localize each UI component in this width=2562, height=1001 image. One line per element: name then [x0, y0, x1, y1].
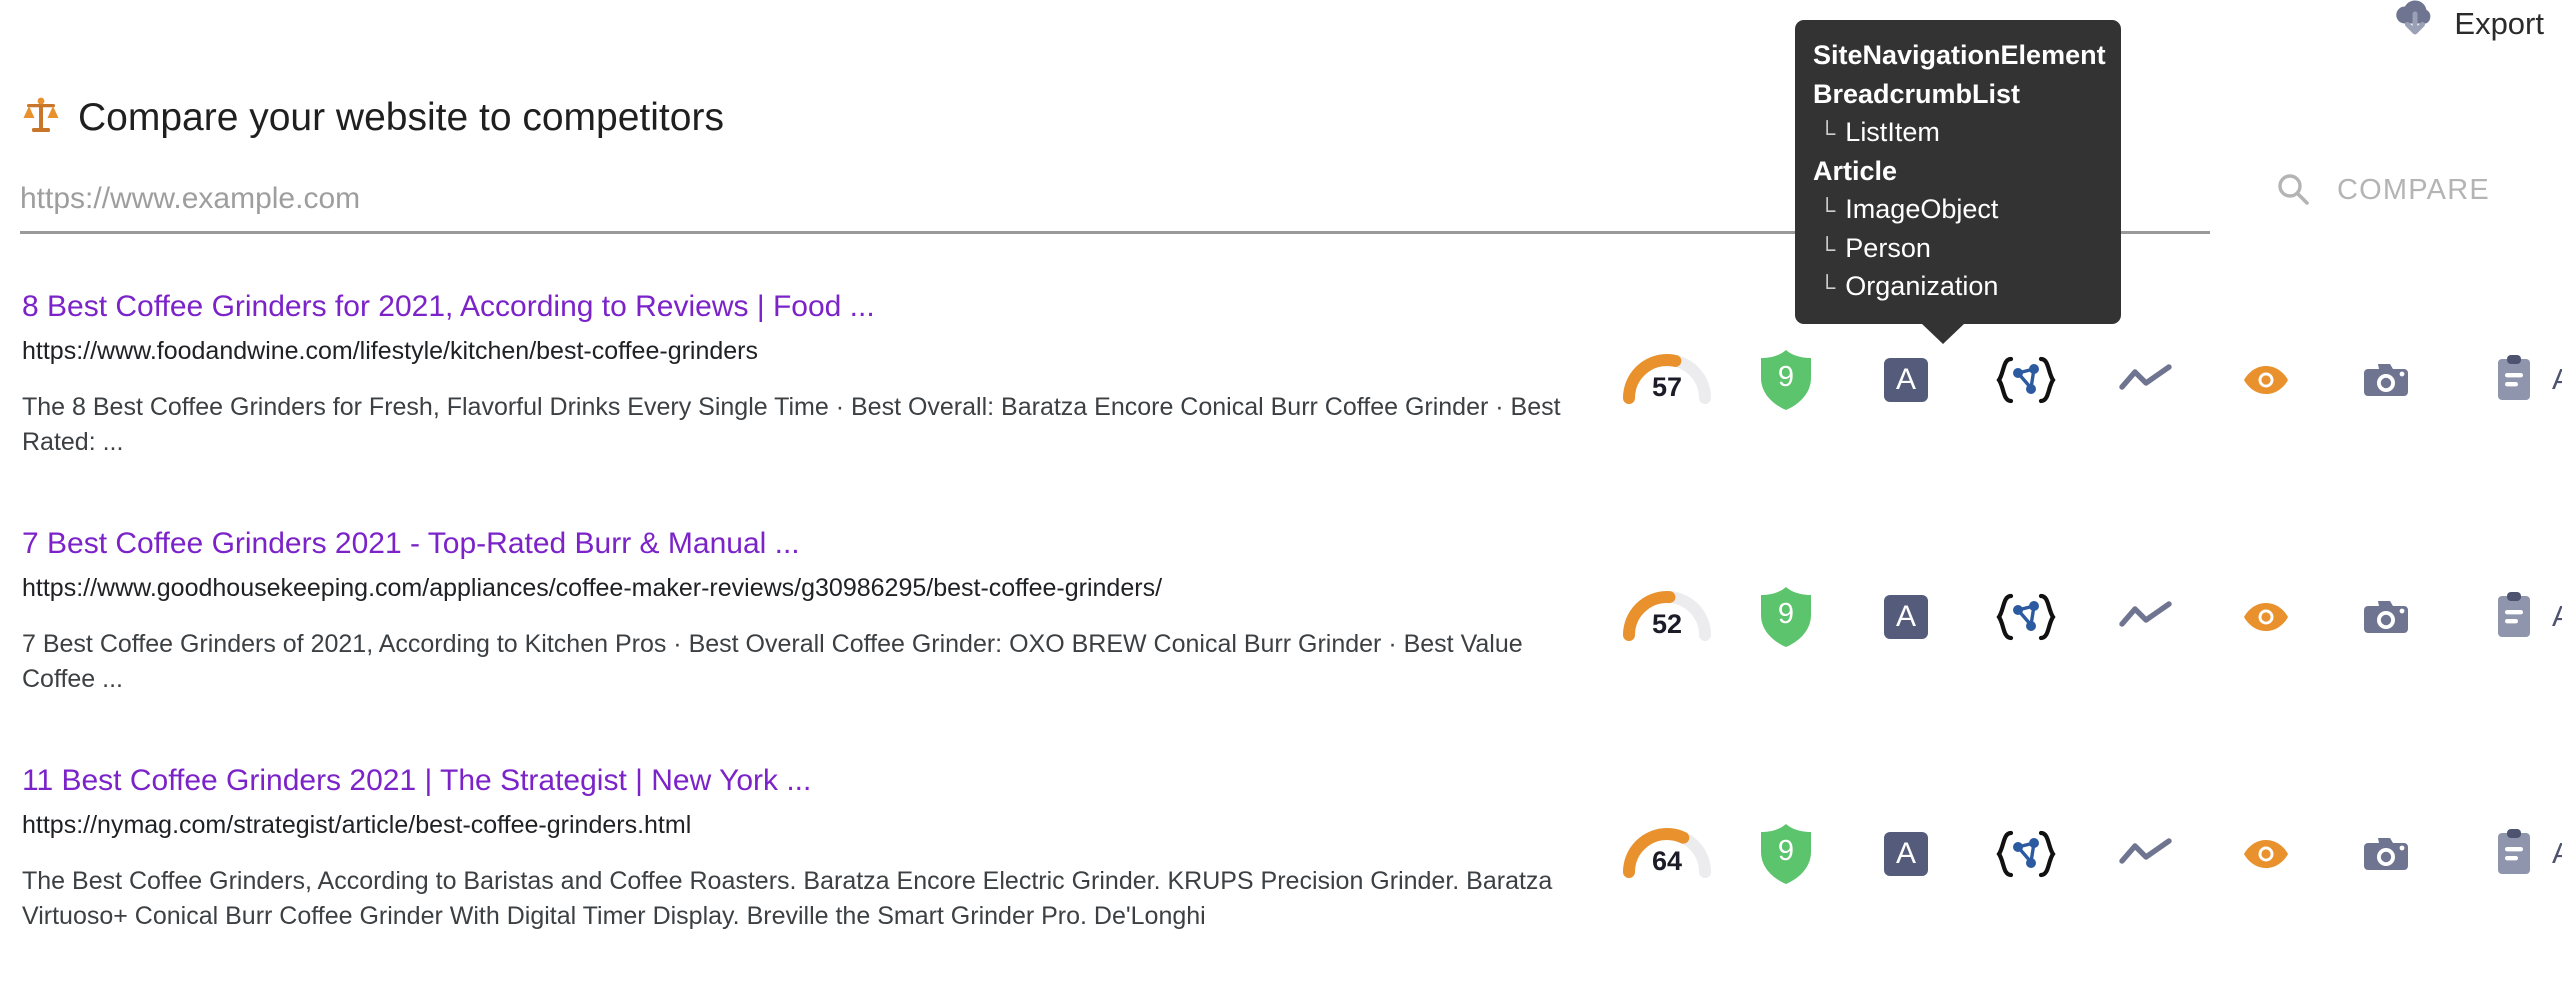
page-score-value: 52 [1651, 609, 1683, 639]
audit-clipboard-icon [2494, 354, 2534, 407]
result-text-block: 7 Best Coffee Grinders 2021 - Top-Rated … [22, 527, 1567, 698]
tooltip-item-label: Person [1845, 232, 1931, 263]
results-list: 8 Best Coffee Grinders for 2021, Accordi… [0, 290, 2562, 1001]
tooltip-item-label: Article [1813, 155, 1898, 186]
tooltip-item-label: Organization [1845, 271, 1999, 302]
accessibility-badge-label: A [1884, 358, 1928, 402]
tooltip-item-label: BreadcrumbList [1813, 78, 2021, 109]
tree-branch-icon: └ [1819, 274, 1836, 301]
result-metrics-row: 64 9 A A [1608, 822, 2562, 886]
preview-eye-icon[interactable] [2206, 837, 2326, 871]
accessibility-badge[interactable]: A [1846, 358, 1966, 402]
accessibility-badge[interactable]: A [1846, 595, 1966, 639]
tooltip-item: BreadcrumbList [1795, 75, 2121, 114]
page-score-value: 57 [1651, 372, 1683, 402]
search-result-item: 7 Best Coffee Grinders 2021 - Top-Rated … [0, 527, 2562, 764]
page-score-gauge[interactable]: 64 [1608, 826, 1726, 882]
trend-line-icon[interactable] [2086, 600, 2206, 634]
result-url: https://nymag.com/strategist/article/bes… [22, 810, 692, 839]
result-title-link[interactable]: 8 Best Coffee Grinders for 2021, Accordi… [22, 290, 1567, 325]
screenshot-camera-icon[interactable] [2326, 597, 2446, 637]
tooltip-items: SiteNavigationElement BreadcrumbList └ List… [1795, 36, 2121, 306]
page-title: Compare your website to competitors [78, 95, 724, 139]
page-score-gauge[interactable]: 52 [1608, 589, 1726, 645]
tooltip-item: Article [1795, 152, 2121, 191]
tooltip-item: └ ImageObject [1795, 190, 2121, 229]
audit-label: Audit [2552, 600, 2562, 633]
tree-branch-icon: └ [1819, 197, 1836, 224]
result-metrics-row: 57 9 A A [1608, 348, 2562, 412]
trend-line-icon[interactable] [2086, 837, 2206, 871]
authority-shield-value: 9 [1777, 361, 1795, 393]
search-icon [2275, 171, 2311, 210]
result-snippet: 7 Best Coffee Grinders of 2021, Accordin… [22, 629, 1523, 694]
export-button[interactable]: Export [2392, 0, 2544, 47]
tooltip-item: └ Person [1795, 229, 2121, 268]
tooltip-item: └ ListItem [1795, 113, 2121, 152]
page-score-gauge[interactable]: 57 [1608, 352, 1726, 408]
search-result-item: 8 Best Coffee Grinders for 2021, Accordi… [0, 290, 2562, 527]
tooltip-item-label: SiteNavigationElement [1813, 40, 2106, 70]
compare-row: COMPARE [20, 174, 2542, 235]
authority-shield[interactable]: 9 [1726, 585, 1846, 649]
cloud-download-icon [2392, 0, 2438, 47]
structured-data-icon[interactable] [1966, 593, 2086, 641]
audit-button[interactable]: Audit [2494, 591, 2562, 644]
tooltip-item: └ Organization [1795, 267, 2121, 306]
result-title-link[interactable]: 11 Best Coffee Grinders 2021 | The Strat… [22, 764, 1567, 799]
accessibility-badge-label: A [1884, 832, 1928, 876]
export-label: Export [2454, 5, 2544, 41]
audit-clipboard-icon [2494, 591, 2534, 644]
audit-button[interactable]: Audit [2494, 828, 2562, 881]
compare-button[interactable]: COMPARE [2275, 171, 2490, 210]
trend-line-icon[interactable] [2086, 363, 2206, 397]
structured-data-tooltip: SiteNavigationElement BreadcrumbList └ List… [1795, 20, 2121, 344]
authority-shield[interactable]: 9 [1726, 822, 1846, 886]
top-bar: Export [0, 0, 2562, 52]
audit-label: Audit [2552, 363, 2562, 396]
screenshot-camera-icon[interactable] [2326, 834, 2446, 874]
tooltip-item: SiteNavigationElement [1795, 36, 2121, 75]
page-score-value: 64 [1651, 846, 1683, 876]
result-metrics-row: 52 9 A A [1608, 585, 2562, 649]
authority-shield[interactable]: 9 [1726, 348, 1846, 412]
accessibility-badge[interactable]: A [1846, 832, 1966, 876]
result-title-link[interactable]: 7 Best Coffee Grinders 2021 - Top-Rated … [22, 527, 1567, 562]
screenshot-camera-icon[interactable] [2326, 360, 2446, 400]
structured-data-icon[interactable] [1966, 356, 2086, 404]
tooltip-item-label: ListItem [1845, 117, 1940, 148]
audit-clipboard-icon [2494, 828, 2534, 881]
compare-button-label: COMPARE [2337, 174, 2490, 206]
preview-eye-icon[interactable] [2206, 600, 2326, 634]
preview-eye-icon[interactable] [2206, 363, 2326, 397]
authority-shield-value: 9 [1777, 598, 1795, 630]
audit-button[interactable]: Audit [2494, 354, 2562, 407]
result-url: https://www.goodhousekeeping.com/applian… [22, 573, 1163, 602]
tooltip-item-label: ImageObject [1845, 194, 1999, 225]
result-url: https://www.foodandwine.com/lifestyle/ki… [22, 336, 759, 365]
result-text-block: 11 Best Coffee Grinders 2021 | The Strat… [22, 764, 1567, 935]
audit-label: Audit [2552, 837, 2562, 870]
tree-branch-icon: └ [1819, 235, 1836, 262]
result-snippet: The Best Coffee Grinders, According to B… [22, 866, 1553, 931]
authority-shield-value: 9 [1777, 835, 1795, 867]
result-text-block: 8 Best Coffee Grinders for 2021, Accordi… [22, 290, 1567, 461]
balance-scale-icon [22, 95, 60, 140]
result-snippet: The 8 Best Coffee Grinders for Fresh, Fl… [22, 392, 1561, 457]
page-title-row: Compare your website to competitors [22, 95, 724, 140]
tooltip-arrow [1921, 322, 1965, 344]
tree-branch-icon: └ [1819, 120, 1836, 147]
search-result-item: 11 Best Coffee Grinders 2021 | The Strat… [0, 764, 2562, 1001]
structured-data-icon[interactable] [1966, 830, 2086, 878]
accessibility-badge-label: A [1884, 595, 1928, 639]
